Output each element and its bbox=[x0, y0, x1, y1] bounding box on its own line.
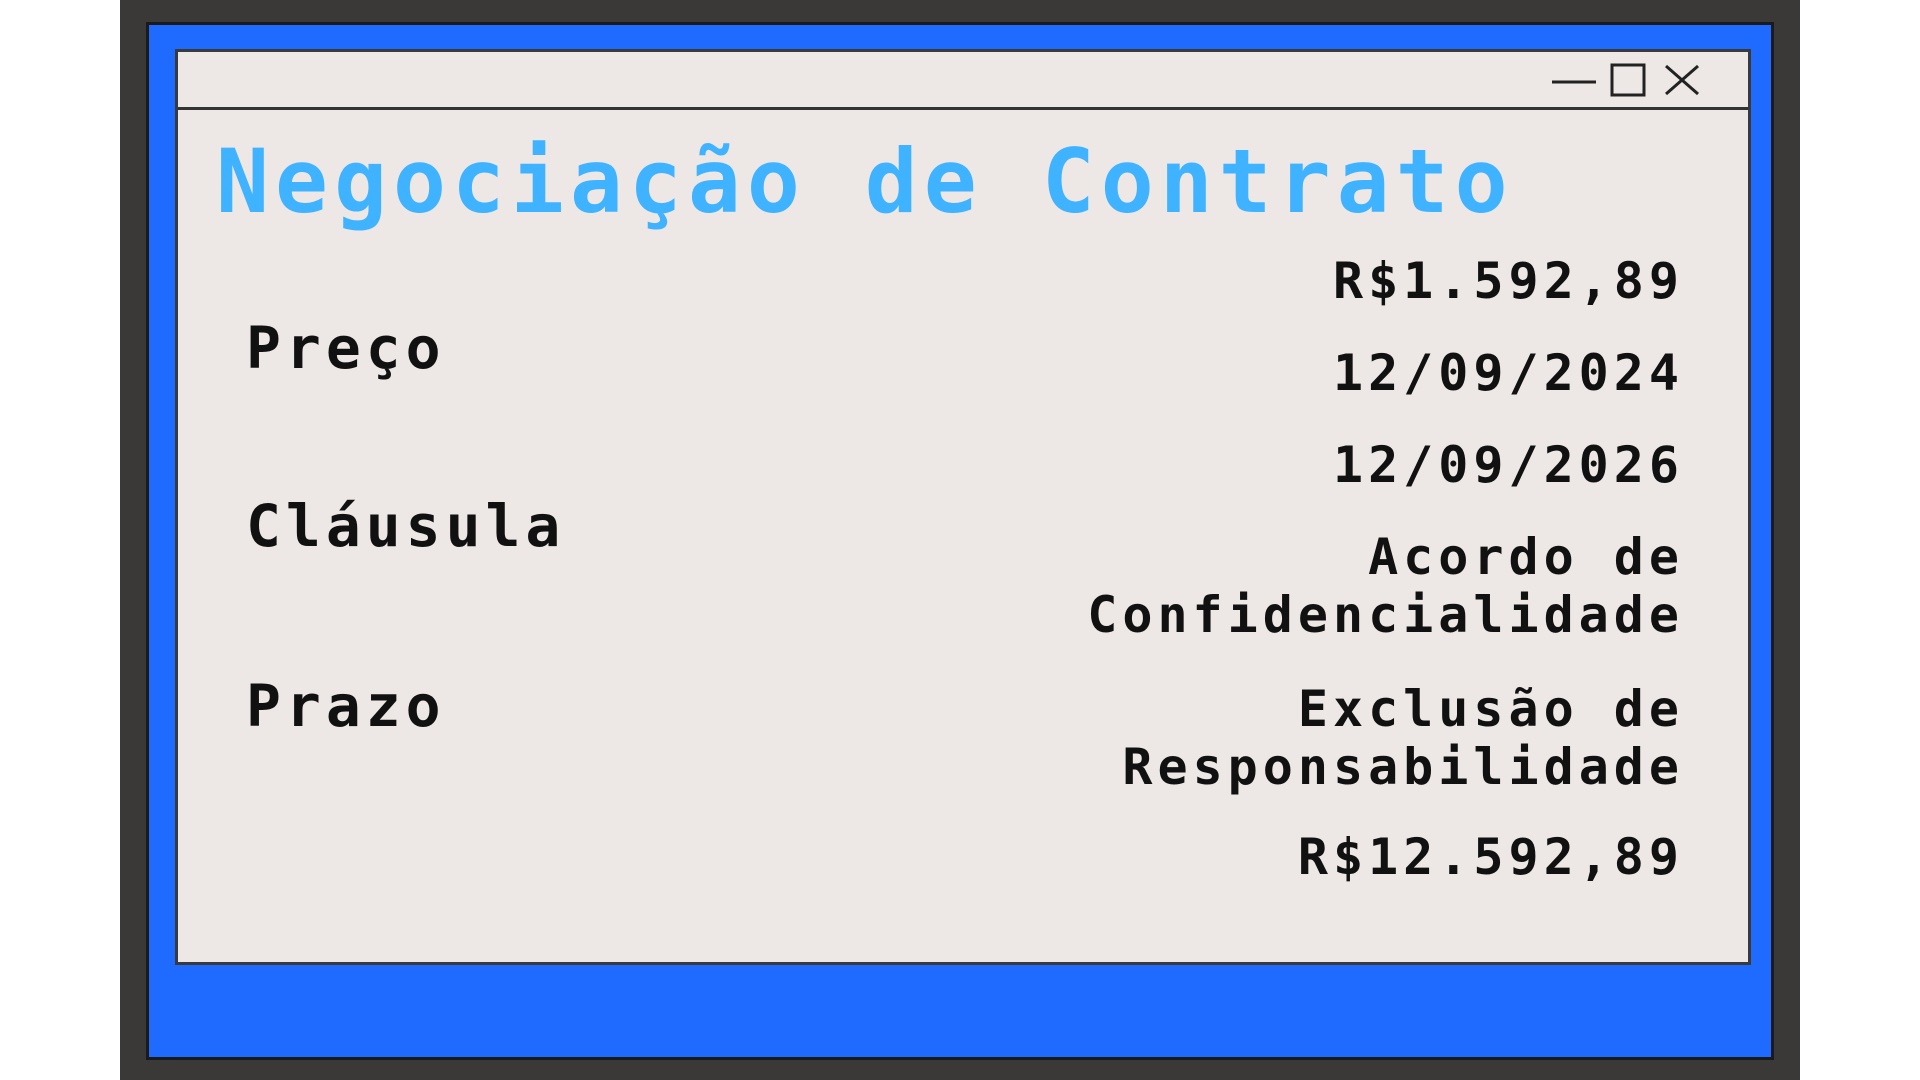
label-term: Prazo bbox=[246, 672, 446, 740]
value-price-large: R$12.592,89 bbox=[1297, 828, 1684, 886]
minimize-button[interactable] bbox=[1550, 60, 1598, 100]
title-bar[interactable] bbox=[178, 52, 1748, 110]
close-icon bbox=[1665, 64, 1699, 96]
close-button[interactable] bbox=[1658, 60, 1706, 100]
maximize-button[interactable] bbox=[1604, 60, 1652, 100]
value-date-end: 12/09/2026 bbox=[1332, 436, 1684, 494]
value-clause-liability: Exclusão de Responsabilidade bbox=[1122, 680, 1684, 796]
outer-frame: Negociação de Contrato Preço Cláusula Pr… bbox=[120, 0, 1800, 1080]
label-clause: Cláusula bbox=[246, 492, 566, 560]
window-title: Negociação de Contrato bbox=[216, 130, 1514, 233]
maximize-icon bbox=[1610, 63, 1646, 97]
app-window: Negociação de Contrato Preço Cláusula Pr… bbox=[175, 49, 1751, 965]
value-clause-confidentiality: Acordo de Confidencialidade bbox=[1087, 528, 1684, 644]
label-price: Preço bbox=[246, 314, 446, 382]
minimize-icon bbox=[1552, 80, 1596, 84]
value-date-start: 12/09/2024 bbox=[1332, 344, 1684, 402]
value-price-small: R$1.592,89 bbox=[1332, 252, 1684, 310]
blue-frame: Negociação de Contrato Preço Cláusula Pr… bbox=[146, 22, 1774, 1060]
